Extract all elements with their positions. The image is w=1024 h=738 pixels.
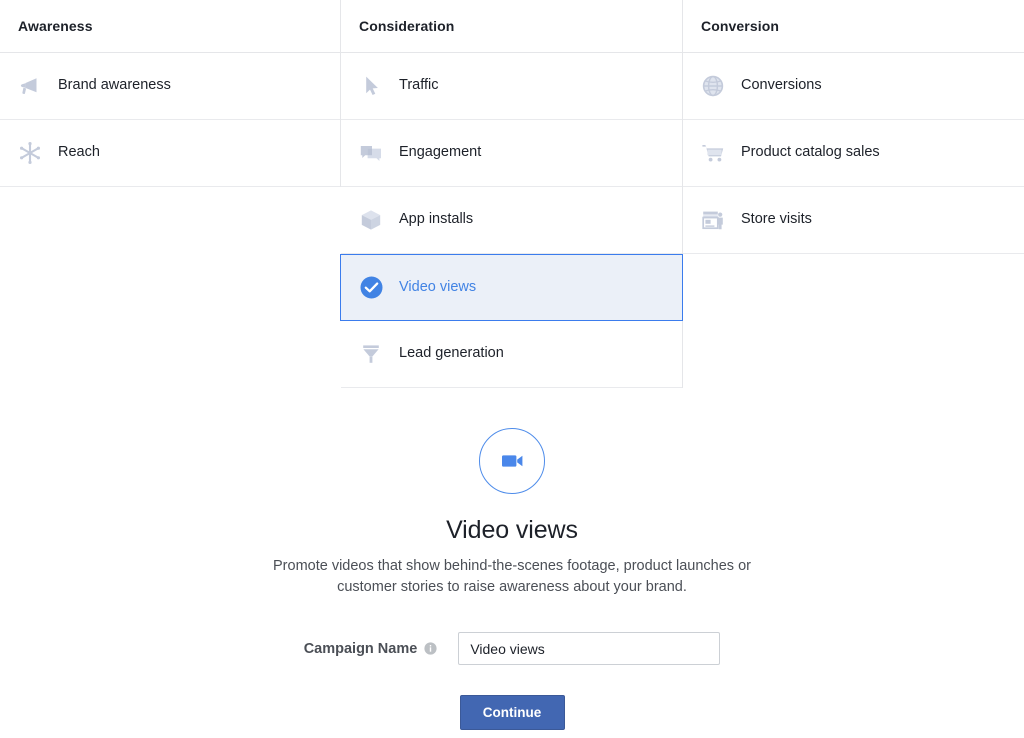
objective-row-app-installs[interactable]: App installs <box>341 187 682 254</box>
objective-row-traffic[interactable]: Traffic <box>341 53 682 120</box>
objective-label: App installs <box>399 211 473 228</box>
objective-row-product-catalog-sales[interactable]: Product catalog sales <box>683 120 1024 187</box>
speech-bubbles-icon <box>355 137 387 169</box>
info-circle-icon[interactable] <box>424 642 437 655</box>
objective-label: Traffic <box>399 77 438 94</box>
objective-row-reach[interactable]: Reach <box>0 120 340 187</box>
objective-row-engagement[interactable]: Engagement <box>341 120 682 187</box>
cube-box-icon <box>355 204 387 236</box>
shopping-cart-icon <box>697 137 729 169</box>
campaign-name-label: Campaign Name <box>304 641 418 657</box>
objective-label: Lead generation <box>399 345 504 362</box>
globe-icon <box>697 70 729 102</box>
objective-label: Conversions <box>741 77 822 94</box>
objective-label: Brand awareness <box>58 77 171 94</box>
storefront-icon <box>697 204 729 236</box>
objective-column-consideration: Consideration Traffic Engagement <box>341 0 683 388</box>
objective-column-awareness: Awareness Brand awareness <box>0 0 341 187</box>
check-circle-icon <box>355 272 387 304</box>
megaphone-icon <box>14 70 46 102</box>
objective-row-store-visits[interactable]: Store visits <box>683 187 1024 254</box>
objective-row-video-views[interactable]: Video views <box>340 254 683 321</box>
campaign-name-row: Campaign Name <box>0 632 1024 665</box>
cursor-arrow-icon <box>355 70 387 102</box>
detail-description: Promote videos that show behind-the-scen… <box>252 556 772 598</box>
objective-label: Reach <box>58 144 100 161</box>
funnel-icon <box>355 338 387 370</box>
objective-row-lead-generation[interactable]: Lead generation <box>341 321 682 388</box>
objective-detail-panel: Video views Promote videos that show beh… <box>0 428 1024 598</box>
column-header-consideration: Consideration <box>341 0 682 53</box>
objective-label: Product catalog sales <box>741 144 880 161</box>
column-header-conversion: Conversion <box>683 0 1024 53</box>
reach-starburst-icon <box>14 137 46 169</box>
continue-button-wrap: Continue <box>0 695 1024 730</box>
detail-title: Video views <box>0 516 1024 545</box>
objective-row-brand-awareness[interactable]: Brand awareness <box>0 53 340 120</box>
objective-label: Engagement <box>399 144 481 161</box>
objective-label: Store visits <box>741 211 812 228</box>
objective-label: Video views <box>399 279 476 296</box>
objective-row-conversions[interactable]: Conversions <box>683 53 1024 120</box>
objective-column-conversion: Conversion Conversions <box>683 0 1024 254</box>
column-header-awareness: Awareness <box>0 0 340 53</box>
campaign-name-input[interactable] <box>458 632 720 665</box>
video-camera-icon <box>479 428 545 494</box>
objective-grid: Awareness Brand awareness <box>0 0 1024 388</box>
continue-button[interactable]: Continue <box>460 695 565 730</box>
